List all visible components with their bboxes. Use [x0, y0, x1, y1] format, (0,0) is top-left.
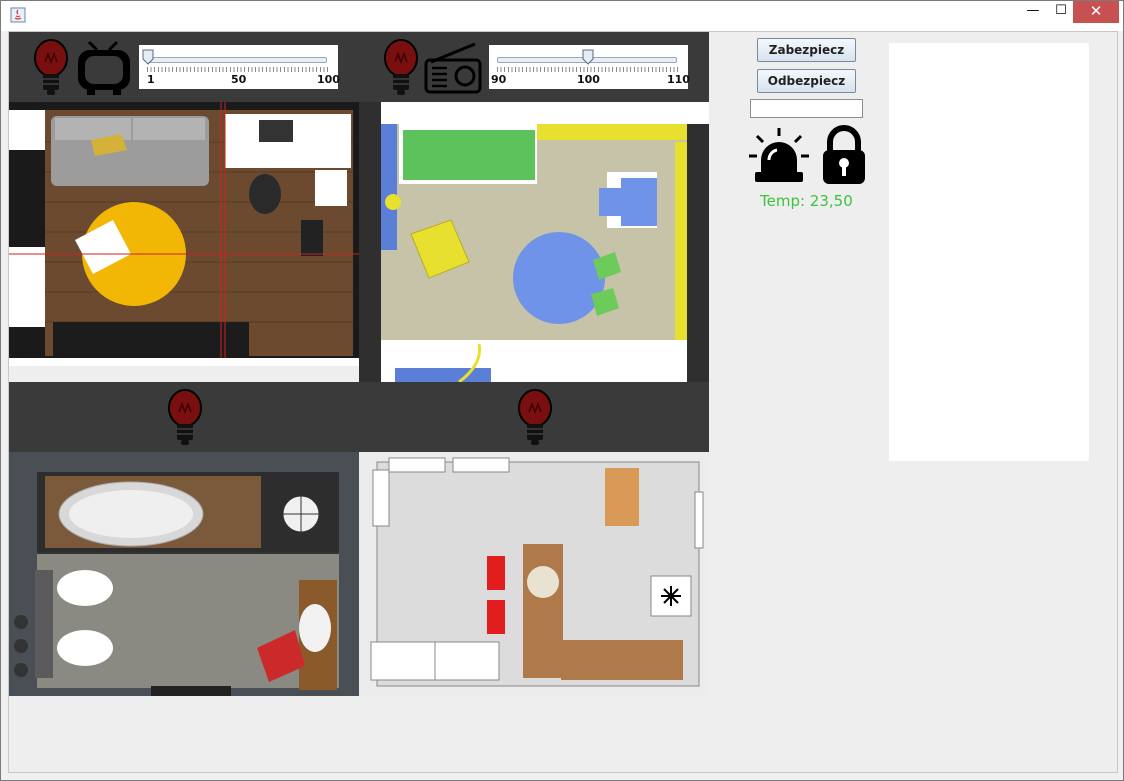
light-bulb-icon[interactable] — [383, 38, 419, 96]
slider-ticks — [497, 67, 679, 72]
slider-thumb[interactable] — [582, 49, 594, 65]
kitchen-floorplan — [359, 452, 709, 696]
java-app-icon — [10, 7, 26, 23]
middle-control-bar — [9, 382, 709, 452]
room-kitchen — [359, 452, 709, 696]
slider-max-label: 110 — [667, 73, 690, 86]
siren-icon — [749, 128, 809, 182]
slider-track[interactable] — [147, 57, 327, 63]
unsecure-button[interactable]: Odbezpiecz — [757, 69, 856, 93]
slider-min-label: 1 — [147, 73, 155, 86]
slider-max-label: 100 — [317, 73, 340, 86]
slider-min-label: 90 — [491, 73, 507, 86]
main-panel: 1 50 100 90 100 110 Zabezpiecz Odbezpiec… — [8, 31, 1118, 773]
slider-ticks — [147, 67, 329, 72]
minimize-button[interactable]: — — [1019, 1, 1047, 23]
radio-icon[interactable] — [423, 40, 483, 96]
room-living-room — [9, 102, 359, 366]
padlock-icon — [823, 125, 865, 184]
slider-thumb[interactable] — [142, 49, 154, 65]
tv-icon[interactable] — [75, 40, 133, 96]
close-button[interactable]: ✕ — [1073, 1, 1119, 23]
light-bulb-icon[interactable] — [167, 388, 203, 446]
bedroom-floorplan — [359, 102, 709, 382]
radio-frequency-slider[interactable]: 90 100 110 — [489, 45, 690, 89]
secure-button[interactable]: Zabezpiecz — [757, 38, 856, 62]
top-control-bar: 1 50 100 90 100 110 — [9, 32, 709, 102]
room-bedroom — [359, 102, 709, 382]
room-bathroom — [9, 452, 359, 696]
maximize-button[interactable]: ☐ — [1047, 1, 1075, 23]
log-panel — [889, 43, 1089, 461]
bathroom-floorplan — [9, 452, 359, 696]
app-window: — ☐ ✕ 1 50 100 90 100 110 Zabezpiecz Odb… — [0, 0, 1124, 781]
tv-volume-slider[interactable]: 1 50 100 — [139, 45, 340, 89]
slider-mid-label: 100 — [577, 73, 600, 86]
living-room-floorplan — [9, 102, 359, 366]
slider-mid-label: 50 — [231, 73, 247, 86]
security-code-input[interactable] — [750, 99, 863, 118]
temperature-label: Temp: 23,50 — [760, 192, 853, 210]
light-bulb-icon[interactable] — [33, 38, 69, 96]
title-bar: — ☐ ✕ — [1, 1, 1123, 31]
light-bulb-icon[interactable] — [517, 388, 553, 446]
